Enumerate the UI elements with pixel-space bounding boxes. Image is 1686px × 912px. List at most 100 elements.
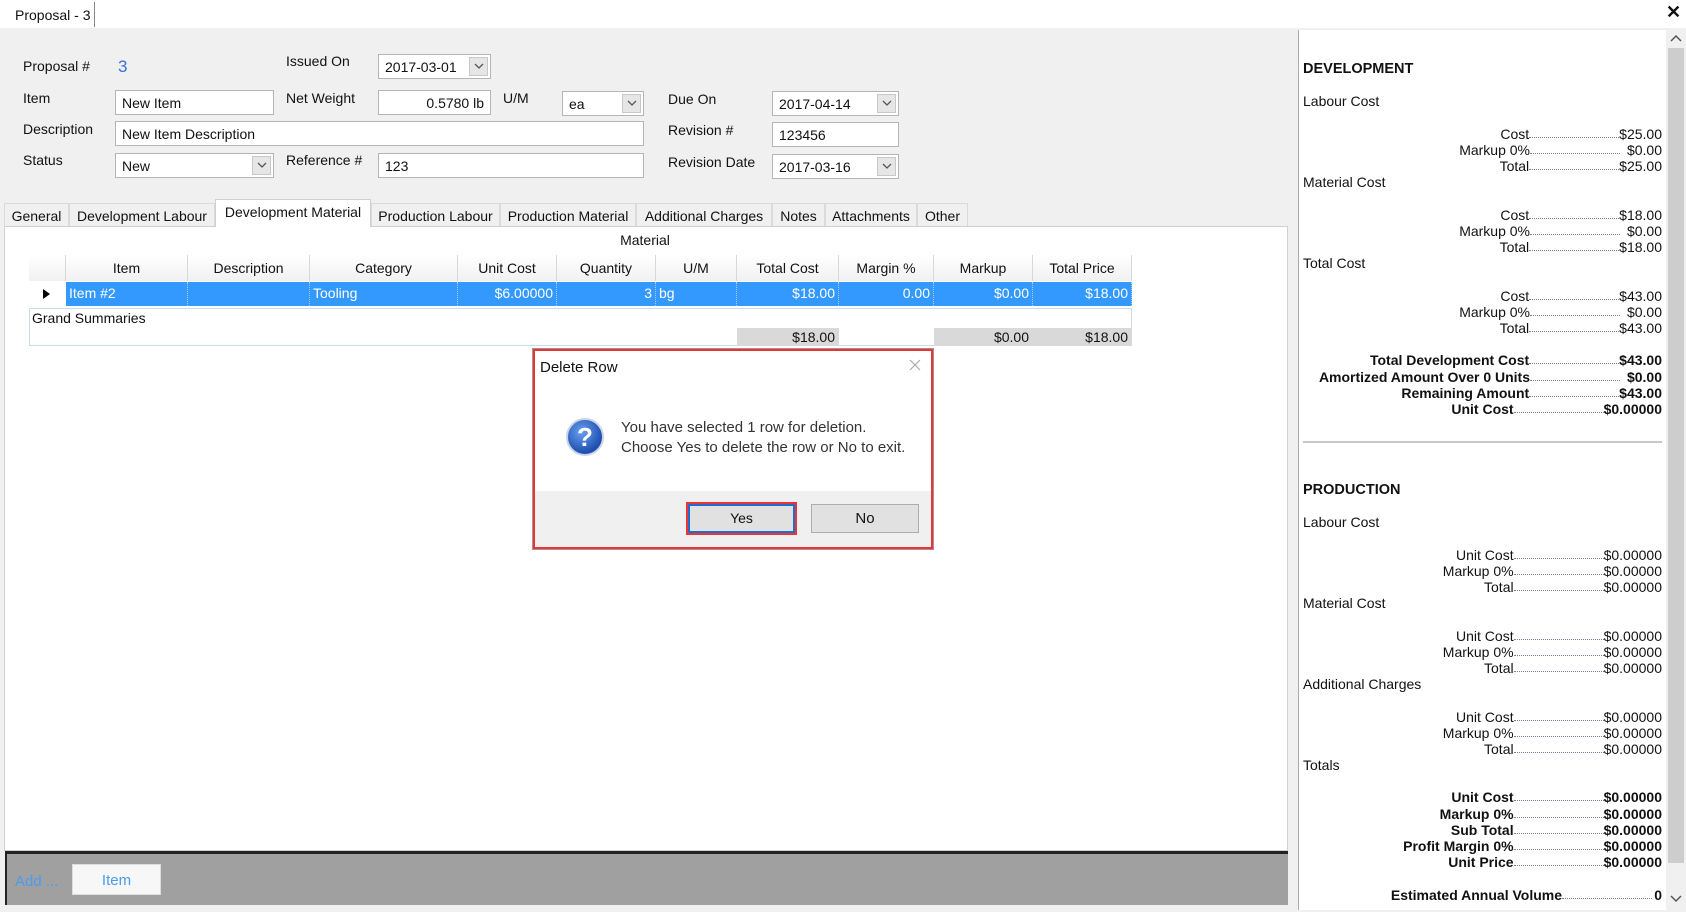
column-header-um[interactable]: U/M (656, 255, 737, 281)
net-weight-label: Net Weight (286, 90, 355, 106)
summary-markup: $0.00 (934, 328, 1033, 346)
production-heading: PRODUCTION (1303, 481, 1401, 498)
cell-um[interactable]: bg (656, 282, 737, 306)
dot-leader (1513, 789, 1604, 802)
line-label: Unit Price (1448, 854, 1514, 871)
chevron-down-icon[interactable] (469, 57, 488, 76)
grand-summaries-label: Grand Summaries (32, 310, 146, 326)
line-label: Total (1484, 659, 1514, 676)
chevron-down-icon[interactable] (877, 157, 896, 176)
column-header-markup[interactable]: Markup (934, 255, 1033, 281)
column-header-margin[interactable]: Margin % (839, 255, 934, 281)
line-label: Markup 0% (1442, 562, 1514, 579)
revision-input[interactable]: 123456 (772, 122, 899, 147)
summary-line: Total $25.00 (1303, 158, 1662, 174)
summary-line: Total $0.00000 (1303, 660, 1662, 676)
issued-on-picker[interactable]: 2017-03-01 (378, 54, 491, 79)
close-icon[interactable]: ✕ (1666, 2, 1681, 23)
dot-leader (1529, 158, 1620, 171)
tab-notes[interactable]: Notes (772, 203, 825, 227)
scroll-up-icon[interactable] (1670, 34, 1682, 42)
tab-production-material[interactable]: Production Material (500, 203, 636, 227)
line-value: $0.00000 (1603, 659, 1662, 676)
cell-category[interactable]: Tooling (310, 282, 458, 306)
dialog-title: Delete Row (540, 359, 618, 376)
column-header-total-cost[interactable]: Total Cost (737, 255, 839, 281)
no-button[interactable]: No (811, 504, 919, 533)
delete-row-dialog: Delete Row ? You have selected 1 row for… (533, 349, 933, 549)
tab-other[interactable]: Other (917, 203, 968, 227)
document-tab[interactable]: Proposal - 3 (9, 2, 95, 27)
chevron-down-icon[interactable] (622, 94, 641, 113)
group-title: Material Cost (1303, 174, 1386, 191)
line-label: Markup 0% (1442, 724, 1514, 741)
line-value: $0.00000 (1603, 643, 1662, 660)
summary-total-price: $18.00 (1033, 328, 1132, 346)
dot-leader (1530, 369, 1620, 381)
tab-production-labour[interactable]: Production Labour (371, 203, 500, 227)
column-header-total-price[interactable]: Total Price (1033, 255, 1132, 281)
scroll-down-icon[interactable] (1670, 895, 1682, 903)
line-value: $25.00 (1619, 125, 1662, 142)
summary-line: Remaining Amount $43.00 (1303, 385, 1662, 401)
summary-line: Unit Cost $0.00000 (1303, 628, 1662, 644)
cell-markup[interactable]: $0.00 (934, 282, 1033, 306)
cell-margin[interactable]: 0.00 (839, 282, 934, 306)
issued-on-value: 2017-03-01 (385, 59, 457, 75)
tab-attachments[interactable]: Attachments (825, 203, 917, 227)
net-weight-input[interactable]: 0.5780 lb (378, 90, 491, 115)
cell-description[interactable] (188, 282, 310, 306)
line-value: $0.00000 (1603, 789, 1662, 806)
tab-general[interactable]: General (4, 203, 69, 227)
row-selector[interactable] (29, 282, 66, 306)
item-input[interactable]: New Item (115, 90, 274, 115)
line-label: Total Development Cost (1369, 352, 1530, 369)
revision-date-picker[interactable]: 2017-03-16 (772, 154, 899, 179)
column-header-item[interactable]: Item (66, 255, 188, 281)
reference-input[interactable]: 123 (378, 153, 644, 178)
line-value: $0.00 (1626, 141, 1662, 158)
line-value: $43.00 (1619, 352, 1662, 369)
summary-line: Sub Total $0.00000 (1303, 822, 1662, 838)
cell-unit-cost[interactable]: $6.00000 (458, 282, 557, 306)
cell-item[interactable]: Item #2 (66, 282, 188, 306)
summary-line: Markup 0% $0.00000 (1303, 806, 1662, 822)
um-select[interactable]: ea (562, 91, 644, 116)
summary-panel: DEVELOPMENT Labour Cost Cost $25.00 Markup 0… (1298, 30, 1666, 910)
chevron-down-icon[interactable] (877, 94, 896, 113)
scrollbar-thumb[interactable] (1668, 48, 1684, 863)
tab-additional-charges[interactable]: Additional Charges (636, 203, 772, 227)
line-value: $0.00000 (1603, 724, 1662, 741)
summary-line: Markup 0% $0.00 (1303, 304, 1662, 320)
yes-button[interactable]: Yes (686, 502, 797, 535)
dialog-message-line-1: You have selected 1 row for deletion. (621, 419, 867, 436)
tab-development-material[interactable]: Development Material (215, 199, 371, 227)
summary-line: Cost $43.00 (1303, 288, 1662, 304)
cell-total-cost[interactable]: $18.00 (737, 282, 839, 306)
description-input[interactable]: New Item Description (115, 121, 644, 146)
line-label: Unit Cost (1451, 789, 1514, 806)
add-toolbar (5, 851, 1288, 905)
column-header-category[interactable]: Category (310, 255, 458, 281)
status-select[interactable]: New (115, 153, 274, 178)
cell-quantity[interactable]: 3 (557, 282, 656, 306)
cell-total-price[interactable]: $18.00 (1033, 282, 1132, 306)
line-value: $43.00 (1619, 320, 1662, 336)
development-heading: DEVELOPMENT (1303, 61, 1414, 77)
dot-leader (1529, 352, 1620, 365)
column-header-quantity[interactable]: Quantity (557, 255, 656, 281)
column-header-description[interactable]: Description (188, 255, 310, 281)
tab-development-labour[interactable]: Development Labour (69, 203, 215, 227)
dot-leader (1513, 709, 1604, 721)
due-on-picker[interactable]: 2017-04-14 (772, 91, 899, 116)
chevron-down-icon[interactable] (252, 156, 271, 175)
close-icon[interactable] (909, 359, 921, 371)
column-header-unit-cost[interactable]: Unit Cost (458, 255, 557, 281)
line-value: $18.00 (1619, 239, 1662, 256)
add-item-button[interactable]: Item (72, 864, 161, 895)
line-label: Estimated Annual Volume (1390, 886, 1562, 903)
